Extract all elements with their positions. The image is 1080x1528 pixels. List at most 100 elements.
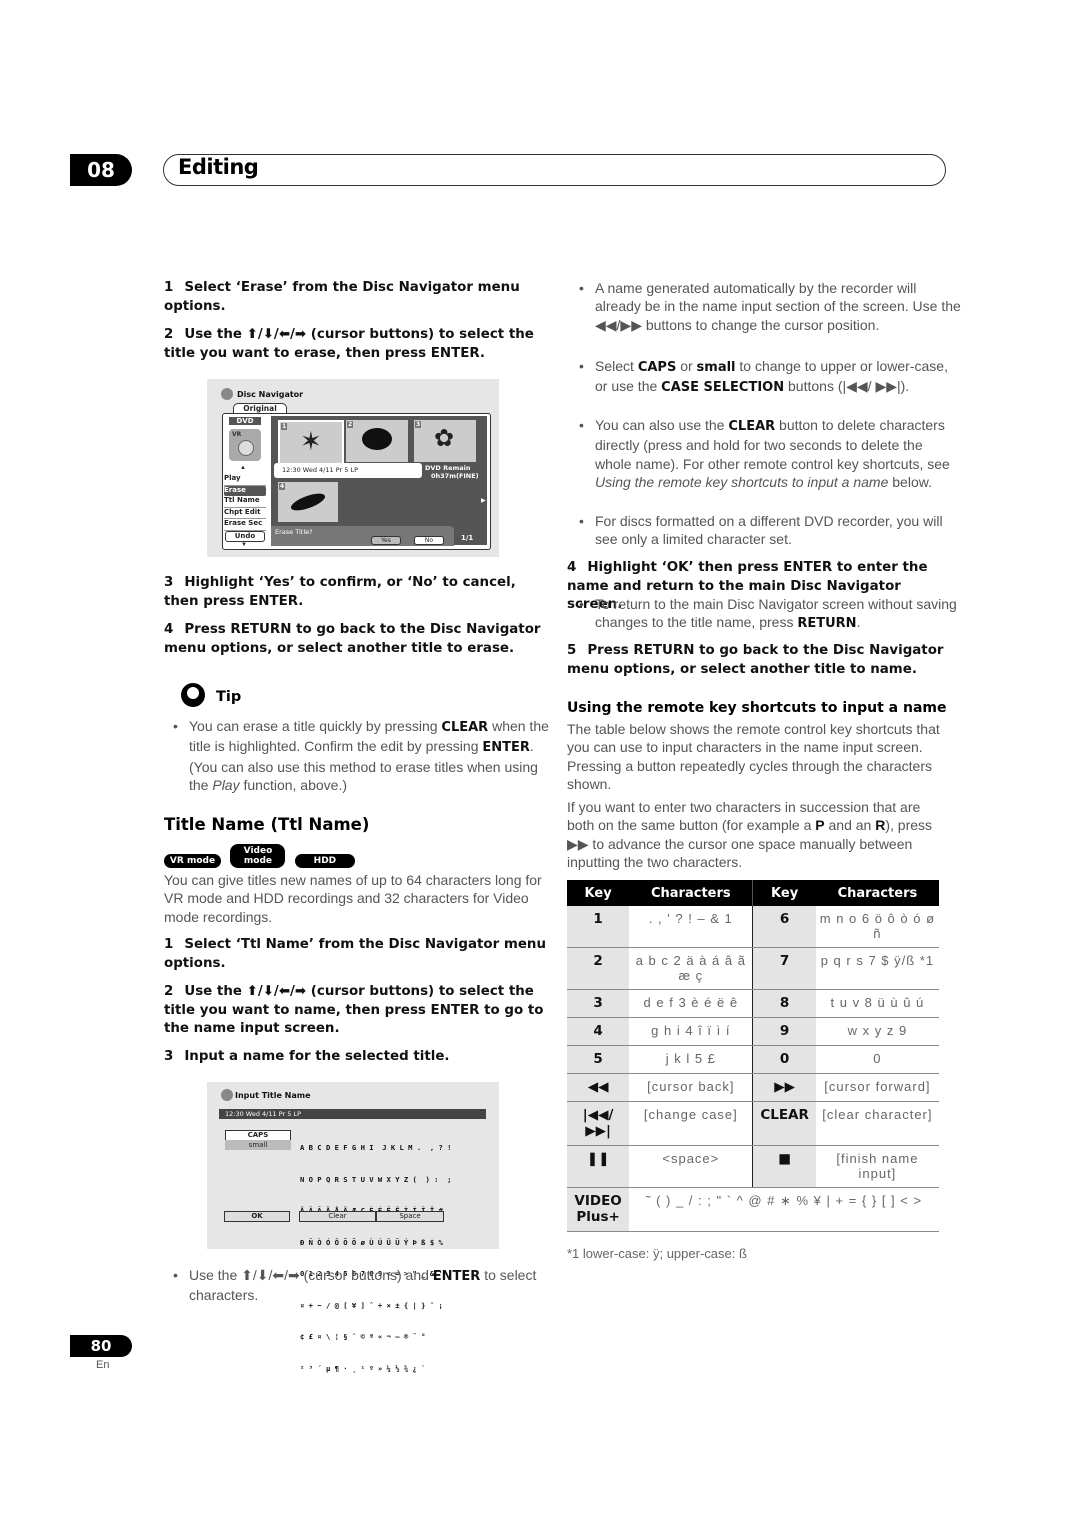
badge-video-mode: Video mode — [230, 844, 286, 868]
toucan-image — [289, 490, 327, 514]
menu-item-play[interactable]: Play — [224, 474, 266, 486]
ok-button[interactable]: OK — [224, 1211, 290, 1222]
shortcuts-intro: The table below shows the remote control… — [567, 721, 940, 792]
table-row: 2a b c 2 ä à á â ã æ ç7p q r s 7 $ ÿ/ß *… — [567, 947, 939, 990]
chapter-title-bar — [163, 154, 946, 186]
page-indicator: 1/1 — [461, 534, 474, 542]
erase-step-2: 2 Use the ⬆/⬇/⬅/➡ (cursor buttons) to sel… — [164, 326, 549, 363]
name-step-2: 2 Use the ⬆/⬇/⬅/➡ (cursor buttons) to sel… — [164, 984, 544, 1036]
table-row: 5j k l 5 £0 0 — [567, 1045, 939, 1074]
table-row: ❚❚ <space> ■ [finish name input] — [567, 1145, 939, 1188]
right-bullet-3: You can also use the CLEAR button to del… — [577, 416, 963, 491]
table-row: |◀◀/ ▶▶| [change case] CLEAR [clear charact… — [567, 1101, 939, 1146]
col-key: Key — [567, 880, 630, 906]
scroll-up-icon[interactable]: ▲ — [240, 465, 246, 471]
step-number: 3 — [164, 575, 174, 590]
characters-cell: m n o 6 ö ô ò ó ø ñ — [815, 906, 939, 948]
char-row[interactable]: N O P Q R S T U V W X Y Z ( ) : ; — [300, 1175, 451, 1186]
key-cell: 2 — [567, 947, 630, 990]
characters-cell: [cursor back] — [629, 1073, 754, 1102]
char-row[interactable]: Ð Ñ Ò Ó Ô Õ Ö ø Ù Ú Û Ü Ý Þ ß $ % — [300, 1238, 451, 1249]
key-cell: ■ — [752, 1145, 816, 1188]
key-cell: ◀◀ — [567, 1073, 630, 1102]
characters-cell: t u v 8 ü ù û ú — [815, 989, 939, 1018]
next-page-arrow-icon[interactable]: ▶ — [481, 497, 486, 504]
disc-navigator-title: Disc Navigator — [237, 390, 304, 399]
tip-label: Tip — [216, 689, 242, 705]
input-title-name-screenshot: Input Title Name 12:30 Wed 4/11 Pr 5 LP … — [207, 1082, 499, 1373]
key-cell: ❚❚ — [567, 1145, 630, 1188]
vr-disc-icon: VR — [229, 429, 261, 461]
characters-cell: p q r s 7 $ ÿ/ß *1 — [815, 947, 939, 990]
disc-glyph — [238, 440, 254, 456]
menu-item-ttl-name[interactable]: Ttl Name — [224, 496, 266, 508]
small-button[interactable]: small — [225, 1140, 291, 1150]
col-characters: Characters — [629, 880, 754, 906]
space-button[interactable]: Space — [376, 1211, 444, 1222]
col-characters-2: Characters — [815, 880, 939, 906]
characters-cell: [finish name input] — [815, 1145, 939, 1188]
disc-navigator-icon — [221, 388, 233, 400]
page-number: 80 — [70, 1335, 132, 1357]
character-grid[interactable]: A B C D E F G H I J K L M . , ? ! N O P … — [300, 1122, 451, 1395]
title-thumbnail-4[interactable]: 4 — [278, 482, 338, 522]
characters-cell: w x y z 9 — [815, 1017, 939, 1046]
char-row[interactable]: ¢ £ ¤ \ ¦ § ¨ © ª « ¬ – ® ¯ ° — [300, 1332, 451, 1343]
menu-item-chpt-edit[interactable]: Chpt Edit — [224, 508, 266, 520]
remain-label: DVD Remain — [425, 464, 471, 472]
media-badge: DVD — [229, 417, 261, 425]
undo-button[interactable]: Undo — [225, 531, 265, 542]
badge-vr-mode: VR mode — [164, 854, 221, 868]
key-cell: 1 — [567, 906, 630, 948]
key-cell: 4 — [567, 1017, 630, 1046]
step-text: Select ‘Erase’ from the Disc Navigator m… — [164, 280, 520, 314]
dialog-prompt: Erase Title? — [275, 528, 313, 536]
key-cell: VIDEO Plus+ — [567, 1187, 630, 1232]
step4-note: To return to the main Disc Navigator scr… — [577, 595, 963, 634]
input-info-bar[interactable]: 12:30 Wed 4/11 Pr 5 LP — [219, 1109, 486, 1119]
mode-badges: VR mode Video mode HDD — [164, 844, 355, 868]
characters-cell: a b c 2 ä à á â ã æ ç — [629, 947, 754, 990]
title-thumbnail-3[interactable]: 3 ✿ — [414, 420, 476, 462]
menu-item-erase-sec[interactable]: Erase Sec — [224, 519, 266, 531]
disc-navigator-screenshot: Disc Navigator Original DVD VR ▲ Play Er… — [207, 379, 499, 557]
table-row: 4g h i 4 î ï ì í9w x y z 9 — [567, 1017, 939, 1046]
step-text: Press RETURN to go back to the Disc Navi… — [164, 622, 541, 656]
leaf-image: ✶ — [300, 426, 322, 456]
no-button[interactable]: No — [414, 536, 444, 545]
tree-image — [362, 428, 392, 450]
table-row: 1. , ' ? ! – & 16m n o 6 ö ô ò ó ø ñ — [567, 906, 939, 948]
characters-cell: g h i 4 î ï ì í — [629, 1017, 754, 1046]
title-thumbnail-2[interactable]: 2 — [346, 420, 408, 462]
title-thumbnail-1[interactable]: 1 ✶ — [278, 420, 344, 466]
scroll-down-icon[interactable]: ▼ — [241, 542, 247, 548]
mode-label: VR — [232, 431, 242, 438]
characters-cell: 0 — [815, 1045, 939, 1074]
characters-cell: <space> — [629, 1145, 754, 1188]
char-row[interactable]: A B C D E F G H I J K L M . , ? ! — [300, 1143, 451, 1154]
yes-button[interactable]: Yes — [371, 536, 401, 545]
col-key-2: Key — [752, 880, 816, 906]
characters-cell: [clear character] — [815, 1101, 939, 1146]
characters-cell: [change case] — [629, 1101, 754, 1146]
section-intro: You can give titles new names of up to 6… — [164, 872, 542, 925]
key-cell: 6 — [752, 906, 816, 948]
right-bullet-4: For discs formatted on a different DVD r… — [577, 512, 963, 549]
char-row[interactable]: ² ³ ´ µ ¶ · ¸ ¹ º » ¼ ½ ¾ ¿ ` — [300, 1364, 451, 1375]
characters-cell: [cursor forward] — [815, 1073, 939, 1102]
name-step-1: 1 Select ‘Ttl Name’ from the Disc Navigat… — [164, 937, 546, 971]
erase-dialog: Erase Title? Yes No — [271, 526, 454, 546]
step-number: 2 — [164, 327, 174, 342]
key-cell: 7 — [752, 947, 816, 990]
clear-button[interactable]: Clear — [299, 1211, 376, 1222]
name-step-5: 5 Press RETURN to go back to the Disc Nav… — [567, 643, 944, 677]
remain-value: 0h37m(FINE) — [431, 472, 479, 480]
key-shortcuts-table: Key Characters Key Characters 1. , ' ? !… — [567, 880, 939, 1232]
step-number: 4 — [164, 622, 174, 637]
chapter-number: 08 — [70, 154, 132, 186]
table-row: 3d e f 3 è é ë ê8t u v 8 ü ù û ú — [567, 989, 939, 1018]
key-cell: CLEAR — [752, 1101, 816, 1146]
menu-item-erase[interactable]: Erase — [224, 485, 266, 497]
input-screen-icon — [221, 1089, 233, 1101]
language-label: En — [96, 1359, 110, 1371]
